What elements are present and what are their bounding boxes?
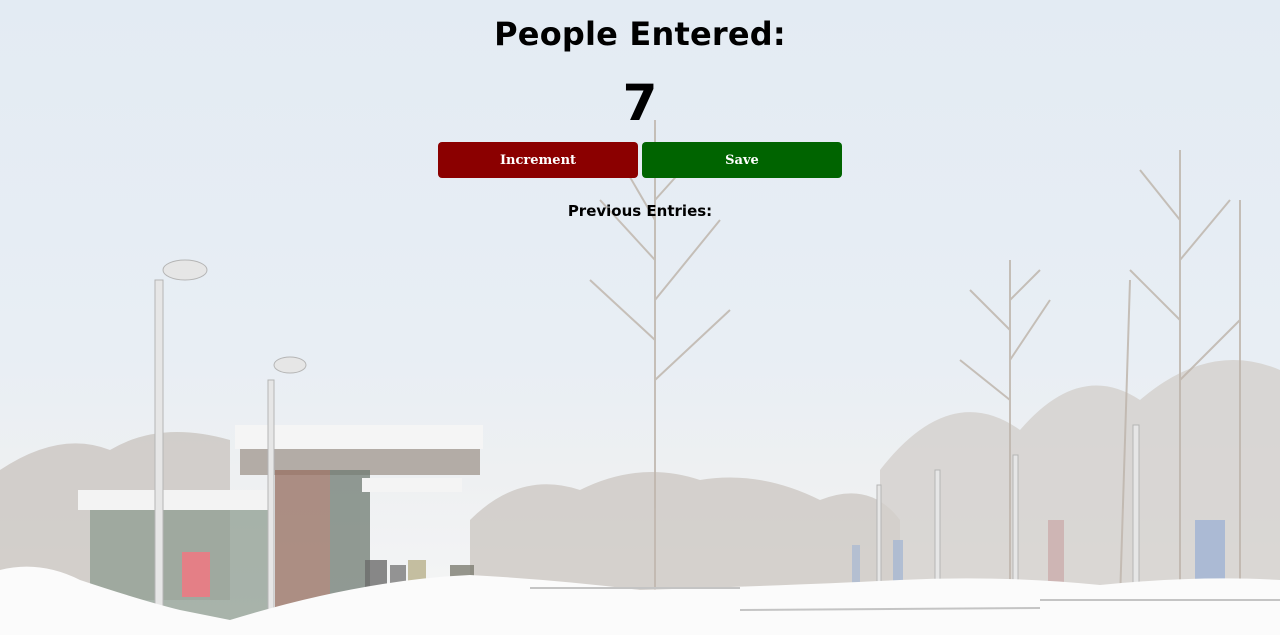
- people-counter-app: People Entered: 7 Increment Save Previou…: [0, 0, 1280, 221]
- previous-entries-heading: Previous Entries:: [567, 202, 713, 220]
- increment-button[interactable]: Increment: [438, 142, 638, 178]
- people-count: 7: [622, 74, 658, 132]
- action-buttons: Increment Save: [0, 142, 1280, 178]
- page-title: People Entered:: [494, 15, 786, 53]
- save-button[interactable]: Save: [642, 142, 842, 178]
